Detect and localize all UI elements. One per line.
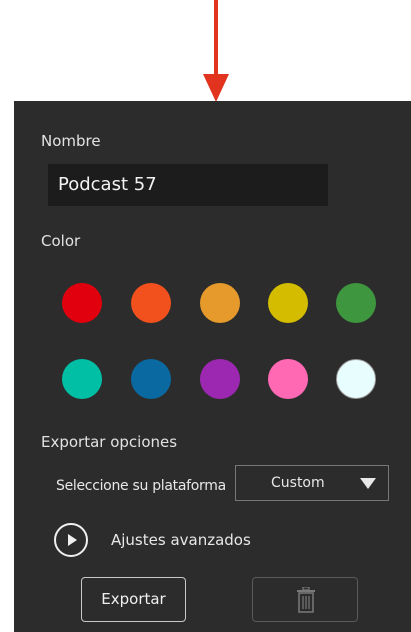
color-swatch-teal[interactable]: [62, 359, 102, 399]
color-swatch-blue[interactable]: [131, 359, 171, 399]
color-swatch-yellow[interactable]: [268, 283, 308, 323]
delete-button[interactable]: [252, 577, 358, 622]
annotation-arrow-shaft: [214, 0, 218, 76]
color-swatch-green[interactable]: [336, 283, 376, 323]
advanced-settings-label[interactable]: Ajustes avanzados: [111, 531, 251, 549]
export-button[interactable]: Exportar: [81, 577, 186, 622]
arrow-down-icon: [203, 74, 229, 102]
play-circle-icon[interactable]: [54, 523, 88, 557]
color-label: Color: [41, 232, 81, 250]
name-label: Nombre: [41, 132, 101, 150]
caret-down-icon: [360, 478, 376, 489]
platform-label: Seleccione su plataforma: [56, 478, 226, 494]
play-icon: [68, 534, 77, 546]
color-swatch-purple[interactable]: [200, 359, 240, 399]
trash-icon: [297, 587, 315, 613]
platform-select-value: Custom: [271, 475, 325, 491]
color-swatch-amber[interactable]: [200, 283, 240, 323]
color-swatch-white[interactable]: [336, 359, 376, 399]
export-panel: Nombre Podcast 57 Color Exportar opcione…: [14, 101, 411, 632]
color-swatch-pink[interactable]: [268, 359, 308, 399]
color-swatch-orange[interactable]: [131, 283, 171, 323]
export-options-label: Exportar opciones: [41, 433, 178, 451]
color-swatch-red[interactable]: [62, 283, 102, 323]
platform-select[interactable]: Custom: [235, 465, 389, 501]
name-input[interactable]: Podcast 57: [48, 164, 328, 206]
